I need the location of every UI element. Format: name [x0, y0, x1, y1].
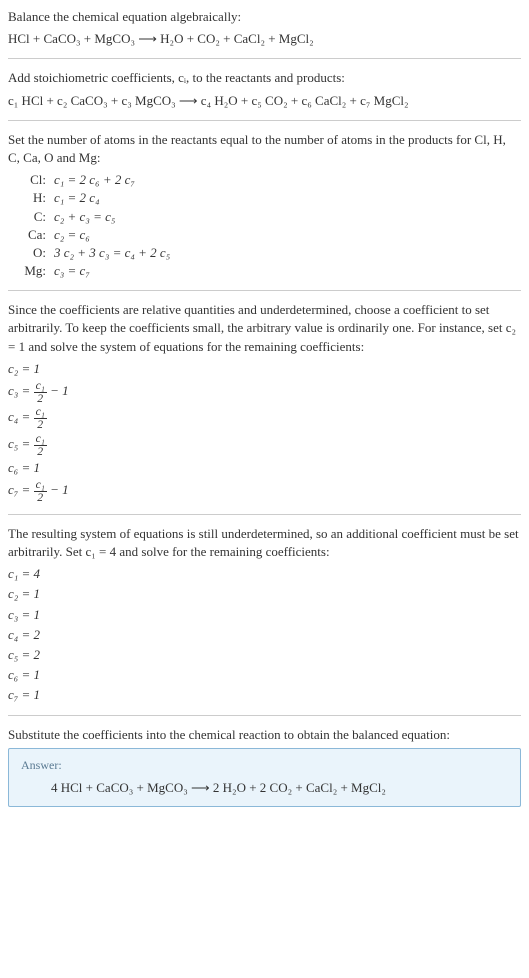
- stoich-section: Add stoichiometric coefficients, cᵢ, to …: [8, 69, 521, 109]
- main-equation: HCl + CaCO₃ + MgCO₃ ⟶ H₂O + CO₂ + CaCl₂ …: [8, 30, 521, 48]
- coeff-row: c₃ = c₁2 − 1: [8, 380, 521, 404]
- coeff-pre: c₅ =: [8, 436, 34, 451]
- coeff-row: c₂ = 1: [8, 360, 521, 378]
- fraction: c₁2: [34, 380, 47, 404]
- atom-label: Mg:: [16, 262, 46, 280]
- fraction: c₁2: [34, 479, 47, 503]
- coeff-row: c₇ = c₁2 − 1: [8, 479, 521, 503]
- atoms-section: Set the number of atoms in the reactants…: [8, 131, 521, 281]
- substitute-section: Substitute the coefficients into the che…: [8, 726, 521, 807]
- atom-eq: c₁ = 2 c₄: [54, 189, 100, 207]
- answer-equation: 4 HCl + CaCO₃ + MgCO₃ ⟶ 2 H₂O + 2 CO₂ + …: [51, 779, 508, 797]
- atom-eq: c₁ = 2 c₆ + 2 c₇: [54, 171, 135, 189]
- stoich-intro: Add stoichiometric coefficients, cᵢ, to …: [8, 69, 521, 87]
- divider: [8, 120, 521, 121]
- divider: [8, 290, 521, 291]
- atom-eq: 3 c₂ + 3 c₃ = c₄ + 2 c₅: [54, 244, 170, 262]
- denominator: 2: [34, 419, 47, 431]
- underdet2-section: The resulting system of equations is sti…: [8, 525, 521, 705]
- fraction: c₁2: [34, 406, 47, 430]
- atom-label: Ca:: [16, 226, 46, 244]
- atom-eq: c₂ = c₆: [54, 226, 90, 244]
- title: Balance the chemical equation algebraica…: [8, 8, 521, 26]
- coeff-list-1: c₂ = 1 c₃ = c₁2 − 1 c₄ = c₁2 c₅ = c₁2 c₆…: [8, 360, 521, 504]
- atom-label: H:: [16, 189, 46, 207]
- coeff-row: c₅ = c₁2: [8, 433, 521, 457]
- atoms-intro: Set the number of atoms in the reactants…: [8, 131, 521, 167]
- atom-label: C:: [16, 208, 46, 226]
- coeff-row: c₂ = 1: [8, 585, 521, 603]
- coeff-list-2: c₁ = 4 c₂ = 1 c₃ = 1 c₄ = 2 c₅ = 2 c₆ = …: [8, 565, 521, 704]
- numerator: c₁: [34, 433, 47, 446]
- divider: [8, 715, 521, 716]
- divider: [8, 514, 521, 515]
- coeff-row: c₆ = 1: [8, 666, 521, 684]
- underdet1-section: Since the coefficients are relative quan…: [8, 301, 521, 504]
- atom-eq: c₃ = c₇: [54, 262, 90, 280]
- coeff-row: c₃ = 1: [8, 606, 521, 624]
- stoich-equation: c₁ HCl + c₂ CaCO₃ + c₃ MgCO₃ ⟶ c₄ H₂O + …: [8, 92, 521, 110]
- coeff-post: − 1: [47, 383, 69, 398]
- underdet1-text: Since the coefficients are relative quan…: [8, 301, 521, 356]
- coeff-row: c₄ = 2: [8, 626, 521, 644]
- coeff-post: − 1: [47, 483, 69, 498]
- denominator: 2: [34, 446, 47, 458]
- title-section: Balance the chemical equation algebraica…: [8, 8, 521, 48]
- coeff-row: c₁ = 4: [8, 565, 521, 583]
- coeff-pre: c₇ =: [8, 483, 34, 498]
- coeff-row: c₆ = 1: [8, 459, 521, 477]
- fraction: c₁2: [34, 433, 47, 457]
- coeff-row: c₅ = 2: [8, 646, 521, 664]
- numerator: c₁: [34, 380, 47, 393]
- coeff-pre: c₃ =: [8, 383, 34, 398]
- atom-row: O: 3 c₂ + 3 c₃ = c₄ + 2 c₅: [16, 244, 521, 262]
- atom-table: Cl: c₁ = 2 c₆ + 2 c₇ H: c₁ = 2 c₄ C: c₂ …: [16, 171, 521, 280]
- atom-row: C: c₂ + c₃ = c₅: [16, 208, 521, 226]
- atom-eq: c₂ + c₃ = c₅: [54, 208, 115, 226]
- atom-row: Mg: c₃ = c₇: [16, 262, 521, 280]
- atom-label: Cl:: [16, 171, 46, 189]
- substitute-text: Substitute the coefficients into the che…: [8, 726, 521, 744]
- atom-label: O:: [16, 244, 46, 262]
- answer-box: Answer: 4 HCl + CaCO₃ + MgCO₃ ⟶ 2 H₂O + …: [8, 748, 521, 807]
- underdet2-text: The resulting system of equations is sti…: [8, 525, 521, 561]
- atom-row: Ca: c₂ = c₆: [16, 226, 521, 244]
- atom-row: H: c₁ = 2 c₄: [16, 189, 521, 207]
- denominator: 2: [34, 492, 47, 504]
- coeff-row: c₄ = c₁2: [8, 406, 521, 430]
- coeff-pre: c₄ =: [8, 410, 34, 425]
- atom-row: Cl: c₁ = 2 c₆ + 2 c₇: [16, 171, 521, 189]
- divider: [8, 58, 521, 59]
- coeff-row: c₇ = 1: [8, 686, 521, 704]
- denominator: 2: [34, 393, 47, 405]
- answer-label: Answer:: [21, 757, 508, 774]
